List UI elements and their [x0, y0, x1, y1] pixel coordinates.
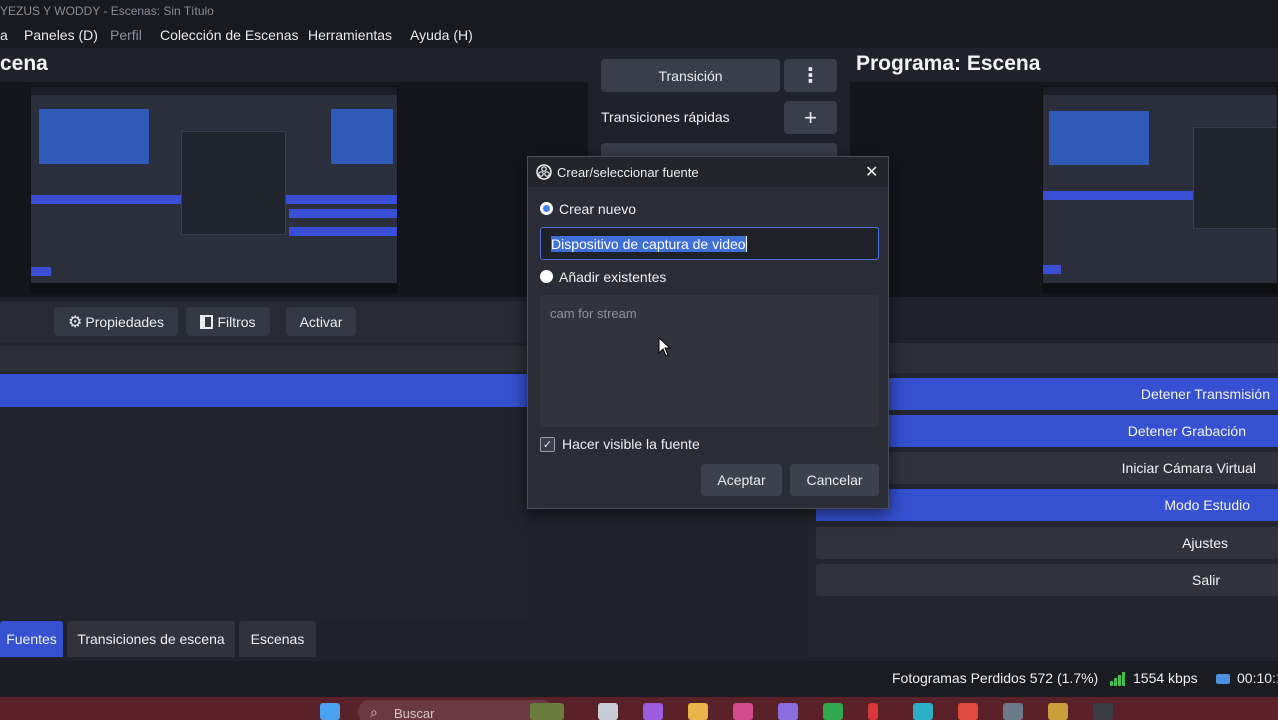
close-icon[interactable]: ✕	[865, 162, 878, 182]
menu-item-paneles[interactable]: Paneles (D)	[24, 27, 98, 43]
dialog-title: Crear/seleccionar fuente	[557, 165, 699, 180]
controls-header	[889, 343, 1278, 373]
visible-label: Hacer visible la fuente	[562, 436, 700, 452]
window-title: YEZUS Y WODDY - Escenas: Sin Título	[0, 0, 1278, 24]
signal-icon	[1110, 672, 1126, 689]
tab-fuentes[interactable]: Fuentes	[0, 621, 63, 657]
game-icon[interactable]	[1048, 703, 1068, 720]
source-name-value: Dispositivo de captura de video	[551, 235, 746, 252]
create-source-dialog: Crear/seleccionar fuente ✕ Crear nuevo D…	[527, 156, 889, 509]
cancel-button[interactable]: Cancelar	[790, 464, 879, 496]
menu-item-herramientas[interactable]: Herramientas	[308, 27, 392, 43]
source-name-input[interactable]: Dispositivo de captura de video	[540, 227, 879, 260]
store-icon[interactable]	[733, 703, 753, 720]
menu-item-ayuda[interactable]: Ayuda (H)	[410, 27, 473, 43]
copilot-icon[interactable]	[643, 703, 663, 720]
tab-transiciones[interactable]: Transiciones de escena	[67, 621, 235, 657]
settings-button[interactable]: Ajustes	[816, 527, 1278, 559]
stop-streaming-button[interactable]: Detener Transmisión	[889, 378, 1278, 410]
program-title: Programa: Escena	[856, 52, 1041, 75]
exit-button[interactable]: Salir	[816, 564, 1278, 596]
add-existing-radio[interactable]	[540, 270, 553, 283]
preview-title: cena	[0, 52, 48, 75]
existing-sources-list[interactable]: cam for stream	[540, 295, 879, 427]
obs-icon[interactable]	[1093, 703, 1113, 720]
activate-button[interactable]: Activar	[286, 307, 356, 336]
stream-time: 00:10:1	[1237, 670, 1278, 686]
windows-taskbar: ⌕ Buscar	[0, 697, 1278, 720]
taskbar-search[interactable]: ⌕ Buscar	[358, 700, 554, 720]
cursor-icon	[658, 336, 672, 360]
filters-button[interactable]: Filtros	[186, 307, 270, 336]
menu-item-a[interactable]: a	[0, 27, 8, 43]
bitrate: 1554 kbps	[1133, 670, 1198, 686]
filter-icon	[200, 314, 214, 329]
app-icon[interactable]	[778, 703, 798, 720]
properties-button[interactable]: ⚙ Propiedades	[54, 307, 178, 336]
transition-button[interactable]: Transición	[601, 59, 780, 92]
quick-transition-item[interactable]	[601, 143, 837, 157]
filters-label: Filtros	[217, 313, 256, 330]
preview-canvas[interactable]	[30, 86, 398, 294]
visible-checkbox[interactable]: ✓	[540, 437, 555, 452]
more-options-icon[interactable]: ⋮	[784, 59, 837, 92]
tab-escenas[interactable]: Escenas	[239, 621, 316, 657]
menu-bar: a Paneles (D) Perfil Colección de Escena…	[0, 24, 1278, 48]
create-new-radio[interactable]	[540, 202, 553, 215]
folder-icon[interactable]	[688, 703, 708, 720]
list-item[interactable]: cam for stream	[550, 306, 637, 321]
menu-item-perfil[interactable]: Perfil	[110, 27, 142, 43]
menu-item-coleccion[interactable]: Colección de Escenas	[160, 27, 299, 43]
stop-recording-button[interactable]: Detener Grabación	[889, 415, 1278, 447]
obs-logo-icon	[536, 164, 552, 183]
add-transition-icon[interactable]: +	[784, 101, 837, 134]
windows-start-icon[interactable]	[320, 703, 340, 720]
quick-transitions-label: Transiciones rápidas	[601, 109, 730, 125]
properties-label: Propiedades	[85, 313, 164, 330]
edge-icon[interactable]	[913, 703, 933, 720]
stream-icon	[1215, 672, 1231, 689]
search-label: Buscar	[394, 706, 435, 720]
widget-icon[interactable]	[530, 703, 564, 720]
start-virtual-camera-button[interactable]: Iniciar Cámara Virtual	[889, 452, 1278, 484]
selected-source-row[interactable]	[0, 374, 527, 407]
gear-icon: ⚙	[68, 313, 83, 331]
dropped-frames: Fotogramas Perdidos 572 (1.7%)	[892, 670, 1099, 686]
status-bar: Fotogramas Perdidos 572 (1.7%) 1554 kbps…	[0, 661, 1278, 697]
browser-icon[interactable]	[958, 703, 978, 720]
file-icon[interactable]	[598, 703, 618, 720]
accept-button[interactable]: Aceptar	[701, 464, 782, 496]
program-canvas	[1042, 86, 1278, 294]
add-existing-label: Añadir existentes	[559, 269, 667, 285]
search-icon: ⌕	[370, 704, 378, 720]
xbox-icon[interactable]	[823, 703, 843, 720]
app-red-icon[interactable]	[868, 703, 878, 720]
dialog-titlebar: Crear/seleccionar fuente ✕	[528, 157, 888, 187]
settings-icon[interactable]	[1003, 703, 1023, 720]
create-new-label: Crear nuevo	[559, 201, 637, 217]
list-header	[0, 346, 527, 372]
